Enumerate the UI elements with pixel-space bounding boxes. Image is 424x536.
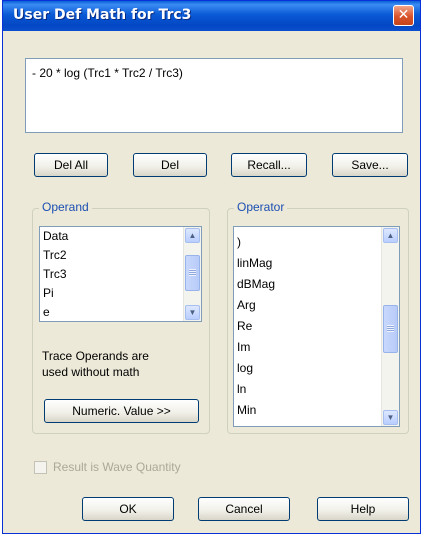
operator-item-im[interactable]: Im bbox=[234, 337, 381, 358]
operator-item-linmag[interactable]: linMag bbox=[234, 253, 381, 274]
cancel-button[interactable]: Cancel bbox=[198, 497, 290, 521]
operand-note-line-1: Trace Operands are bbox=[42, 349, 149, 363]
chevron-up-icon: ▲ bbox=[188, 231, 197, 240]
operator-item-close-paren[interactable]: ) bbox=[234, 232, 381, 253]
ok-button[interactable]: OK bbox=[82, 497, 174, 521]
expression-text: - 20 * log (Trc1 * Trc2 / Trc3) bbox=[32, 66, 183, 80]
operand-item-e[interactable]: e bbox=[40, 303, 183, 321]
operand-scrollbar[interactable]: ▲ ▼ bbox=[183, 227, 201, 321]
close-button[interactable]: ✕ bbox=[393, 5, 414, 26]
operand-item-trc2[interactable]: Trc2 bbox=[40, 246, 183, 265]
del-button[interactable]: Del bbox=[133, 153, 207, 177]
chevron-up-icon: ▲ bbox=[386, 231, 395, 240]
operand-note-line-2: used without math bbox=[42, 365, 140, 379]
wave-quantity-label: Result is Wave Quantity bbox=[53, 460, 181, 474]
chevron-down-icon: ▼ bbox=[386, 413, 395, 422]
del-all-button[interactable]: Del All bbox=[34, 153, 108, 177]
operand-item-trc3[interactable]: Trc3 bbox=[40, 265, 183, 284]
operator-scroll-down-button[interactable]: ▼ bbox=[383, 410, 398, 425]
operand-group-title: Operand bbox=[39, 200, 92, 214]
recall-button[interactable]: Recall... bbox=[231, 153, 307, 177]
user-def-math-dialog: User Def Math for Trc3 ✕ - 20 * log (Trc… bbox=[2, 0, 421, 534]
operator-item-re[interactable]: Re bbox=[234, 316, 381, 337]
operand-scroll-thumb[interactable] bbox=[185, 255, 200, 291]
close-icon: ✕ bbox=[397, 7, 410, 23]
operator-scroll-up-button[interactable]: ▲ bbox=[383, 228, 398, 243]
operand-group: Operand Data Trc2 Trc3 Pi e ▲ ▼ Trace Op… bbox=[32, 200, 210, 434]
save-button[interactable]: Save... bbox=[332, 153, 408, 177]
operator-group-title: Operator bbox=[234, 200, 288, 214]
operator-item-log[interactable]: log bbox=[234, 358, 381, 379]
operand-list[interactable]: Data Trc2 Trc3 Pi e ▲ ▼ bbox=[39, 226, 202, 322]
operator-group: Operator ) linMag dBMag Arg Re Im log ln… bbox=[227, 200, 409, 434]
chevron-down-icon: ▼ bbox=[188, 308, 197, 317]
expression-field[interactable]: - 20 * log (Trc1 * Trc2 / Trc3) bbox=[25, 58, 403, 133]
operator-item-dbmag[interactable]: dBMag bbox=[234, 274, 381, 295]
operator-item-min[interactable]: Min bbox=[234, 400, 381, 421]
operator-list[interactable]: ) linMag dBMag Arg Re Im log ln Min ▲ ▼ bbox=[233, 226, 400, 427]
operand-item-pi[interactable]: Pi bbox=[40, 284, 183, 303]
operator-item-ln[interactable]: ln bbox=[234, 379, 381, 400]
help-button[interactable]: Help bbox=[317, 497, 409, 521]
operator-item-arg[interactable]: Arg bbox=[234, 295, 381, 316]
operator-scrollbar[interactable]: ▲ ▼ bbox=[381, 227, 399, 426]
window-title: User Def Math for Trc3 bbox=[13, 7, 192, 23]
operand-scroll-down-button[interactable]: ▼ bbox=[185, 305, 200, 320]
title-bar[interactable]: User Def Math for Trc3 ✕ bbox=[3, 1, 420, 31]
wave-quantity-checkbox[interactable] bbox=[34, 461, 47, 474]
operand-list-items: Data Trc2 Trc3 Pi e bbox=[40, 227, 183, 321]
operand-item-data[interactable]: Data bbox=[40, 227, 183, 246]
operator-list-items: ) linMag dBMag Arg Re Im log ln Min bbox=[234, 232, 381, 426]
operator-scroll-thumb[interactable] bbox=[383, 305, 398, 353]
numeric-value-button[interactable]: Numeric. Value >> bbox=[44, 399, 199, 423]
operand-scroll-up-button[interactable]: ▲ bbox=[185, 228, 200, 243]
